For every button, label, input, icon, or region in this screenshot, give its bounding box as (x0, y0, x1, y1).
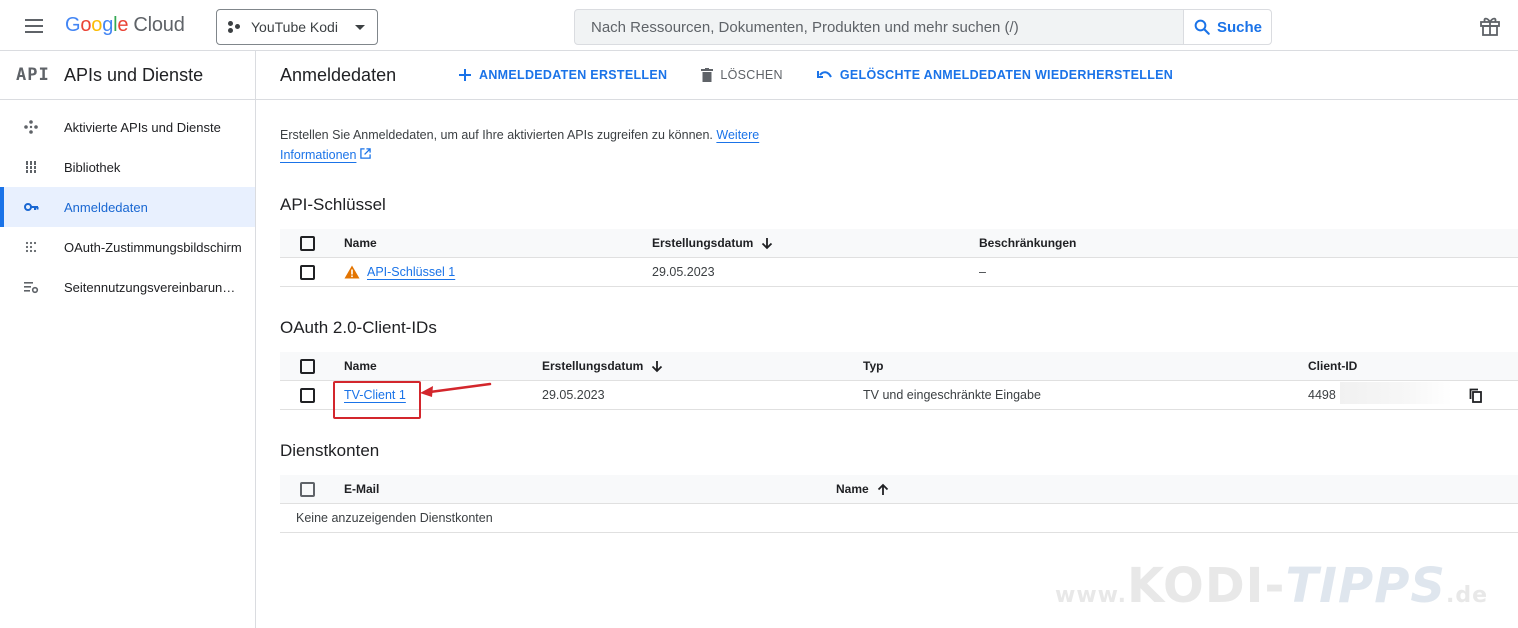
search-button[interactable]: Suche (1183, 9, 1272, 45)
empty-row: Keine anzuzeigenden Dienstkonten (280, 504, 1518, 533)
sidebar-item-page-usage[interactable]: Seitennutzungsvereinbarungen (0, 267, 255, 307)
warning-icon (344, 265, 360, 279)
library-icon (25, 161, 37, 173)
table-header-row: Name Erstellungsdatum Typ Client-ID (280, 352, 1518, 381)
sort-date-header[interactable]: Erstellungsdatum (542, 352, 663, 380)
key-icon (24, 203, 39, 211)
consent-icon (25, 241, 37, 253)
service-accounts-table: E-Mail Name Keine anzuzeigenden Dienstko… (280, 475, 1518, 533)
gift-icon[interactable] (1478, 14, 1502, 38)
restore-credentials-button[interactable]: GELÖSCHTE ANMELDEDATEN WIEDERHERSTELLEN (816, 68, 1173, 82)
table-header-row: E-Mail Name (280, 475, 1518, 504)
intro-text: Erstellen Sie Anmeldedaten, um auf Ihre … (280, 128, 760, 162)
table-header-row: Name Erstellungsdatum Beschränkungen (280, 229, 1518, 258)
sidebar-title: APIs und Dienste (64, 64, 204, 85)
arrow-up-icon (877, 483, 888, 495)
select-all-checkbox[interactable] (300, 475, 316, 503)
redacted-client-id (1340, 382, 1452, 404)
menu-icon[interactable] (22, 14, 46, 38)
sort-name-header[interactable]: Name (836, 475, 889, 503)
api-logo: API (16, 65, 50, 85)
external-link-icon (360, 148, 371, 159)
top-bar: GoogleCloud YouTube Kodi Suche (0, 0, 1518, 51)
row-checkbox[interactable] (300, 381, 316, 409)
sidebar-header: API APIs und Dienste (0, 51, 255, 100)
settings-list-icon (24, 282, 39, 294)
delete-button[interactable]: LÖSCHEN (701, 68, 783, 82)
select-all-checkbox[interactable] (300, 352, 316, 380)
search-button-label: Suche (1216, 18, 1262, 36)
undo-icon (816, 71, 832, 78)
caret-down-icon (355, 24, 365, 30)
search-input[interactable] (591, 18, 1167, 36)
row-checkbox[interactable] (300, 258, 316, 286)
api-key-link[interactable]: API-Schlüssel 1 (367, 265, 455, 279)
highlight-box (333, 381, 421, 419)
service-accounts-title: Dienstkonten (280, 441, 380, 460)
google-cloud-logo[interactable]: Google Cloud (65, 14, 185, 37)
sidebar-item-library[interactable]: Bibliothek (0, 147, 255, 187)
api-keys-title: API-Schlüssel (280, 195, 386, 214)
create-credentials-button[interactable]: ANMELDEDATEN ERSTELLEN (458, 68, 667, 82)
page-title: Anmeldedaten (280, 64, 397, 85)
arrow-down-icon (652, 360, 663, 372)
sidebar-item-credentials[interactable]: Anmeldedaten (0, 187, 255, 227)
page-header: Anmeldedaten ANMELDEDATEN ERSTELLEN LÖSC… (256, 51, 1518, 100)
sidebar-item-oauth-consent[interactable]: OAuth-Zustimmungsbildschirm (0, 227, 255, 267)
sidebar-item-enabled-apis[interactable]: Aktivierte APIs und Dienste (0, 107, 255, 147)
sidebar: API APIs und Dienste Aktivierte APIs und… (0, 51, 256, 628)
arrow-down-icon (762, 237, 773, 249)
copy-icon[interactable] (1469, 381, 1483, 409)
api-keys-table: Name Erstellungsdatum Beschränkungen API… (280, 229, 1518, 287)
search-icon (1194, 19, 1210, 35)
project-name: YouTube Kodi (251, 19, 338, 35)
project-icon (227, 20, 241, 34)
services-icon (24, 120, 38, 134)
project-selector[interactable]: YouTube Kodi (216, 9, 378, 45)
search-field[interactable] (574, 9, 1184, 45)
sort-date-header[interactable]: Erstellungsdatum (652, 229, 773, 257)
table-row: API-Schlüssel 1 29.05.2023 – (280, 258, 1518, 287)
select-all-checkbox[interactable] (300, 229, 316, 257)
oauth-title: OAuth 2.0-Client-IDs (280, 318, 437, 337)
annotation-arrow-icon (420, 382, 492, 397)
sidebar-nav: Aktivierte APIs und Dienste Bibliothek A… (0, 100, 255, 307)
watermark: www.KODI-TIPPS.de (1055, 558, 1488, 614)
plus-icon (459, 69, 471, 81)
trash-icon (701, 68, 714, 82)
